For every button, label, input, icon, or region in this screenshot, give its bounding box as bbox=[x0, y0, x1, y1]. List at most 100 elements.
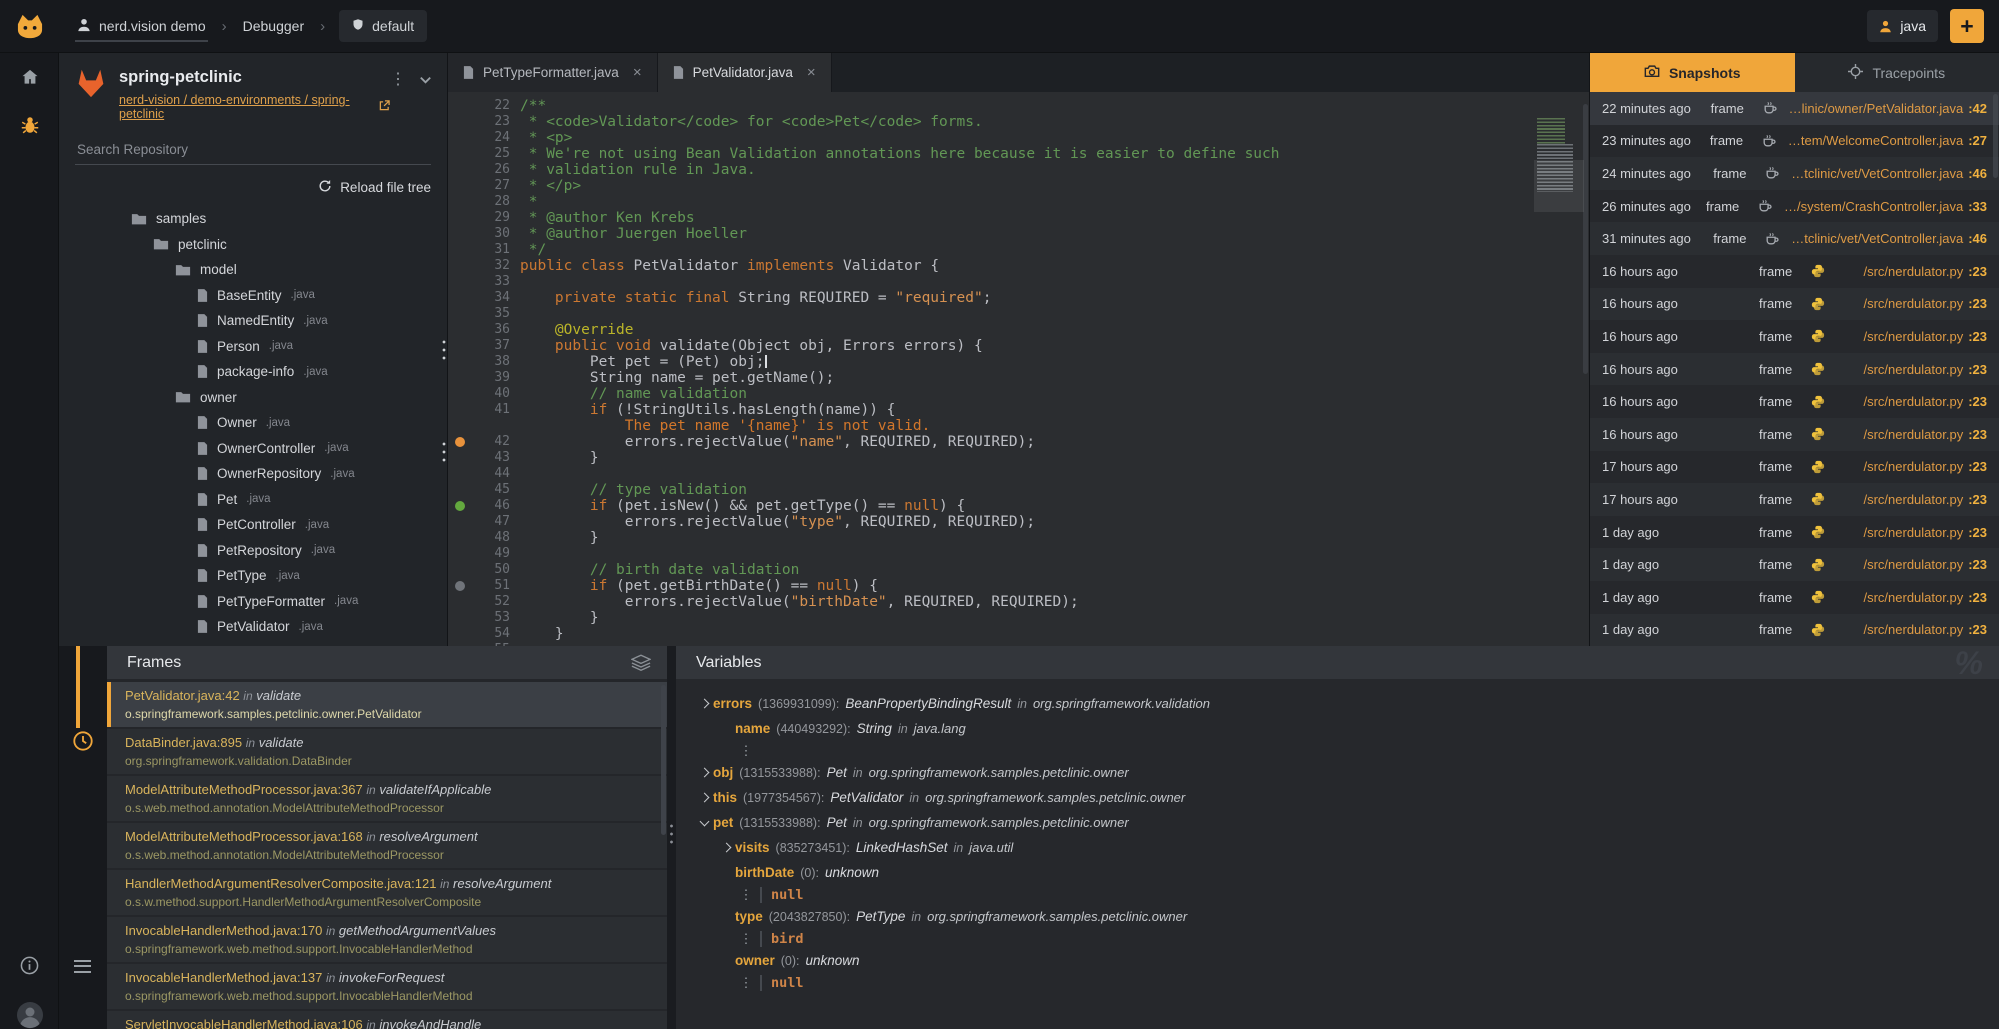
snapshot-row[interactable]: 1 day ago frame /src/nerdulator.py:23 bbox=[1590, 614, 1999, 647]
user-avatar[interactable] bbox=[0, 991, 59, 1029]
repo-menu-button[interactable]: ⋮ bbox=[390, 72, 406, 88]
editor-gutter[interactable]: 30 bbox=[448, 226, 510, 242]
chevron-icon[interactable] bbox=[696, 794, 713, 801]
panel-splitter[interactable] bbox=[667, 646, 676, 1029]
editor-gutter[interactable]: 49 bbox=[448, 546, 510, 562]
breakpoint-dot[interactable] bbox=[455, 581, 465, 591]
add-button[interactable]: + bbox=[1950, 9, 1984, 43]
tree-item[interactable]: OwnerRepository.java bbox=[59, 461, 447, 487]
tree-item[interactable]: petclinic bbox=[59, 232, 447, 258]
tree-item[interactable]: owner bbox=[59, 385, 447, 411]
editor-gutter[interactable]: 42 bbox=[448, 434, 510, 450]
debugger-nav-button[interactable] bbox=[0, 101, 59, 149]
snapshot-link[interactable]: /src/nerdulator.py:23 bbox=[1837, 427, 1987, 442]
snapshot-row[interactable]: 31 minutes ago frame …tclinic/vet/VetCon… bbox=[1590, 222, 1999, 255]
collapse-panel-button[interactable] bbox=[418, 72, 433, 90]
editor-gutter[interactable] bbox=[448, 418, 510, 434]
editor-gutter[interactable]: 28 bbox=[448, 194, 510, 210]
tree-item[interactable]: samples bbox=[59, 206, 447, 232]
editor-gutter[interactable]: 33 bbox=[448, 274, 510, 290]
breakpoint-dot[interactable] bbox=[455, 501, 465, 511]
frame-row[interactable]: InvocableHandlerMethod.java:137 in invok… bbox=[107, 964, 667, 1009]
variable-row[interactable]: this (1977354567): PetValidator in org.s… bbox=[684, 785, 1999, 810]
java-runtime-button[interactable]: java bbox=[1867, 10, 1938, 42]
reload-file-tree-button[interactable]: Reload file tree bbox=[318, 179, 431, 196]
tree-item[interactable]: PetRepository.java bbox=[59, 538, 447, 564]
tree-item[interactable]: PetType.java bbox=[59, 563, 447, 589]
tree-item[interactable]: PetController.java bbox=[59, 512, 447, 538]
snapshot-row[interactable]: 22 minutes ago frame …linic/owner/PetVal… bbox=[1590, 92, 1999, 125]
frame-row[interactable]: HandlerMethodArgumentResolverComposite.j… bbox=[107, 870, 667, 915]
close-icon[interactable]: × bbox=[807, 64, 816, 81]
home-button[interactable] bbox=[0, 53, 59, 101]
kebab-icon[interactable]: ⋮ bbox=[738, 743, 754, 759]
frame-row[interactable]: PetValidator.java:42 in validate o.sprin… bbox=[107, 682, 667, 727]
snapshot-link[interactable]: …/system/CrashController.java:33 bbox=[1784, 199, 1987, 214]
frames-scrollbar[interactable] bbox=[661, 685, 666, 835]
editor-gutter[interactable]: 40 bbox=[448, 386, 510, 402]
frame-row[interactable]: DataBinder.java:895 in validate org.spri… bbox=[107, 729, 667, 774]
chevron-icon[interactable] bbox=[696, 769, 713, 776]
editor-gutter[interactable]: 53 bbox=[448, 610, 510, 626]
snapshot-link[interactable]: /src/nerdulator.py:23 bbox=[1837, 525, 1987, 540]
snapshot-link[interactable]: /src/nerdulator.py:23 bbox=[1837, 264, 1987, 279]
variable-row[interactable]: obj (1315533988): Pet in org.springframe… bbox=[684, 760, 1999, 785]
minimap[interactable] bbox=[1537, 118, 1581, 192]
snapshot-link[interactable]: …tem/WelcomeController.java:27 bbox=[1788, 133, 1987, 148]
snapshot-link[interactable]: …tclinic/vet/VetController.java:46 bbox=[1791, 231, 1987, 246]
snapshot-link[interactable]: /src/nerdulator.py:23 bbox=[1837, 296, 1987, 311]
snapshot-link[interactable]: …linic/owner/PetValidator.java:42 bbox=[1789, 101, 1987, 116]
info-button[interactable] bbox=[0, 941, 59, 989]
breakpoint-dot[interactable] bbox=[455, 437, 465, 447]
panel-resize-grip[interactable] bbox=[441, 440, 447, 466]
variable-row[interactable]: owner (0): unknown bbox=[684, 948, 1999, 973]
tree-item[interactable]: package-info.java bbox=[59, 359, 447, 385]
snapshot-row[interactable]: 16 hours ago frame /src/nerdulator.py:23 bbox=[1590, 418, 1999, 451]
editor-gutter[interactable]: 25 bbox=[448, 146, 510, 162]
layers-icon[interactable] bbox=[631, 654, 651, 671]
editor-gutter[interactable]: 45 bbox=[448, 482, 510, 498]
editor-gutter[interactable]: 36 bbox=[448, 322, 510, 338]
editor-gutter[interactable]: 52 bbox=[448, 594, 510, 610]
kebab-icon[interactable]: ⋮ bbox=[738, 975, 754, 991]
editor-gutter[interactable]: 32 bbox=[448, 258, 510, 274]
editor-gutter[interactable]: 50 bbox=[448, 562, 510, 578]
editor-gutter[interactable]: 37 bbox=[448, 338, 510, 354]
frame-row[interactable]: InvocableHandlerMethod.java:170 in getMe… bbox=[107, 917, 667, 962]
tree-item[interactable]: Pet.java bbox=[59, 487, 447, 513]
chevron-icon[interactable] bbox=[696, 821, 713, 825]
frame-row[interactable]: ModelAttributeMethodProcessor.java:367 i… bbox=[107, 776, 667, 821]
snapshot-row[interactable]: 16 hours ago frame /src/nerdulator.py:23 bbox=[1590, 320, 1999, 353]
frame-row[interactable]: ModelAttributeMethodProcessor.java:168 i… bbox=[107, 823, 667, 868]
snapshot-link[interactable]: /src/nerdulator.py:23 bbox=[1837, 329, 1987, 344]
history-button[interactable] bbox=[72, 730, 94, 755]
tree-item[interactable]: model bbox=[59, 257, 447, 283]
snapshot-link[interactable]: /src/nerdulator.py:23 bbox=[1837, 492, 1987, 507]
breadcrumb-item-workspace[interactable]: nerd.vision demo bbox=[75, 11, 208, 42]
snapshot-row[interactable]: 1 day ago frame /src/nerdulator.py:23 bbox=[1590, 581, 1999, 614]
editor-tab[interactable]: PetValidator.java × bbox=[658, 53, 832, 92]
editor-gutter[interactable]: 23 bbox=[448, 114, 510, 130]
snapshot-link[interactable]: /src/nerdulator.py:23 bbox=[1837, 362, 1987, 377]
editor-scrollbar[interactable] bbox=[1583, 104, 1588, 374]
variable-row[interactable]: errors (1369931099): BeanPropertyBinding… bbox=[684, 691, 1999, 716]
snapshots-scrollbar[interactable] bbox=[1993, 94, 1998, 178]
panel-resize-grip[interactable] bbox=[441, 338, 447, 364]
variable-row[interactable]: name (440493292): String in java.lang bbox=[684, 716, 1999, 741]
breadcrumb-item-default[interactable]: default bbox=[339, 10, 427, 42]
snapshot-row[interactable]: 17 hours ago frame /src/nerdulator.py:23 bbox=[1590, 483, 1999, 516]
editor-gutter[interactable]: 29 bbox=[448, 210, 510, 226]
snapshot-link[interactable]: …tclinic/vet/VetController.java:46 bbox=[1791, 166, 1987, 181]
editor-gutter[interactable]: 54 bbox=[448, 626, 510, 642]
editor-gutter[interactable]: 31 bbox=[448, 242, 510, 258]
editor-gutter[interactable]: 43 bbox=[448, 450, 510, 466]
variable-row[interactable]: pet (1315533988): Pet in org.springframe… bbox=[684, 810, 1999, 835]
editor-gutter[interactable]: 48 bbox=[448, 530, 510, 546]
minimap-viewport[interactable] bbox=[1534, 160, 1584, 212]
variable-row[interactable]: birthDate (0): unknown bbox=[684, 860, 1999, 885]
editor-gutter[interactable]: 38 bbox=[448, 354, 510, 370]
tree-item[interactable]: NamedEntity.java bbox=[59, 308, 447, 334]
editor-gutter[interactable]: 26 bbox=[448, 162, 510, 178]
chevron-icon[interactable] bbox=[696, 700, 713, 707]
editor-gutter[interactable]: 41 bbox=[448, 402, 510, 418]
